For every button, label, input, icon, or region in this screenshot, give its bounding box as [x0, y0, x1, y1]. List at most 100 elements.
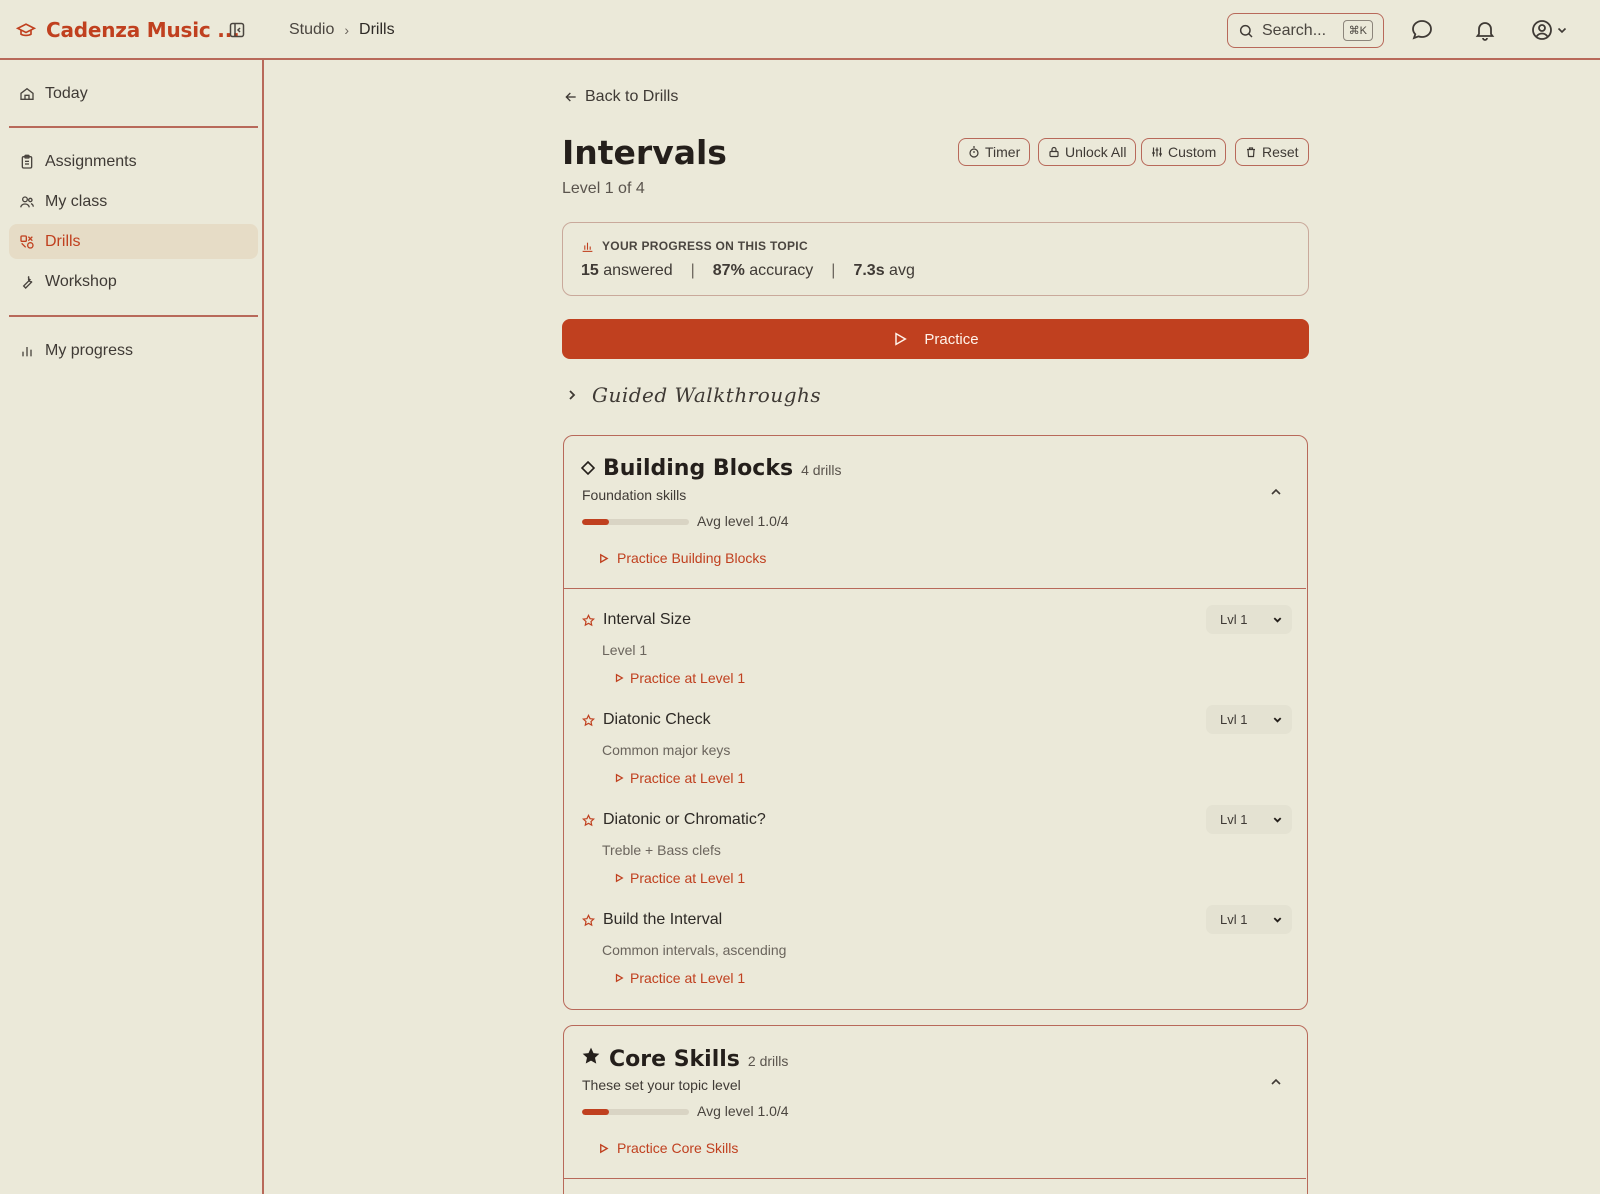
- star-outline-icon[interactable]: [582, 813, 595, 827]
- level-select[interactable]: Lvl 1: [1206, 705, 1292, 734]
- timer-button[interactable]: Timer: [958, 138, 1031, 166]
- practice-button[interactable]: Practice: [562, 319, 1309, 359]
- drill-name: Interval Size: [582, 611, 691, 629]
- back-to-drills-link[interactable]: Back to Drills: [563, 88, 678, 106]
- drill-item: Diatonic Check Common major keys Practic…: [582, 705, 1292, 807]
- arrow-left-icon: [565, 92, 576, 102]
- sidebar-item-label: My class: [45, 192, 108, 210]
- sidebar-item-label: Drills: [45, 232, 81, 250]
- sidebar-toggle-icon[interactable]: [229, 22, 245, 38]
- section-title: Building Blocks 4 drills: [581, 456, 842, 481]
- play-icon: [615, 773, 624, 783]
- page-subtitle: Level 1 of 4: [562, 180, 645, 197]
- drill-desc: Common intervals, ascending: [602, 942, 787, 958]
- star-outline-icon[interactable]: [582, 613, 595, 627]
- sidebar-item-my-progress[interactable]: My progress: [9, 333, 258, 368]
- drill-desc: Common major keys: [602, 742, 731, 758]
- level-select[interactable]: Lvl 1: [1206, 905, 1292, 934]
- play-icon: [615, 873, 624, 883]
- section-count: 2 drills: [747, 1053, 789, 1069]
- bell-icon[interactable]: [1473, 18, 1497, 42]
- reset-label: Reset: [1262, 144, 1299, 160]
- drills-icon: [20, 234, 34, 249]
- avg-level-bar: [582, 1109, 689, 1115]
- reset-button[interactable]: Reset: [1235, 138, 1309, 166]
- play-icon: [615, 673, 624, 683]
- sidebar: Today Assignments My class Drills Worksh…: [0, 60, 264, 1194]
- practice-at-level-label: Practice at Level 1: [630, 970, 746, 986]
- brand-name: Cadenza Music ...: [46, 18, 240, 42]
- avg-time-stat: 7.3s avg: [853, 262, 915, 279]
- level-select-value: Lvl 1: [1220, 612, 1248, 627]
- custom-label: Custom: [1168, 144, 1217, 160]
- accuracy-stat: 87% accuracy: [712, 262, 814, 279]
- star-outline-icon[interactable]: [582, 713, 595, 727]
- drill-name: Build the Interval: [582, 911, 722, 929]
- home-icon: [20, 87, 34, 100]
- sidebar-item-workshop[interactable]: Workshop: [9, 264, 258, 299]
- practice-at-level-link[interactable]: Practice at Level 1: [614, 970, 745, 986]
- play-icon: [895, 332, 908, 346]
- star-filled-icon: [582, 1047, 600, 1064]
- level-select[interactable]: Lvl 1: [1206, 605, 1292, 634]
- sidebar-item-drills[interactable]: Drills: [9, 224, 258, 259]
- unlock-all-button[interactable]: Unlock All: [1038, 138, 1137, 166]
- chevron-down-icon[interactable]: [1556, 24, 1568, 36]
- page-title: Intervals: [562, 133, 727, 172]
- progress-card: YOUR PROGRESS ON THIS TOPIC 15 answered …: [562, 222, 1309, 296]
- section-divider: [564, 588, 1306, 589]
- wrench-icon: [22, 275, 33, 289]
- drill-name: Diatonic or Chromatic?: [582, 811, 766, 829]
- custom-button[interactable]: Custom: [1141, 138, 1227, 166]
- play-icon: [600, 1143, 609, 1153]
- level-select-value: Lvl 1: [1220, 712, 1248, 727]
- practice-section-label: Practice Core Skills: [617, 1140, 739, 1156]
- sidebar-item-my-class[interactable]: My class: [9, 184, 258, 219]
- chat-icon[interactable]: [1410, 18, 1434, 42]
- sidebar-item-assignments[interactable]: Assignments: [9, 144, 258, 179]
- star-outline-icon[interactable]: [582, 913, 595, 927]
- sidebar-item-today[interactable]: Today: [9, 76, 258, 111]
- practice-at-level-link[interactable]: Practice at Level 1: [614, 770, 745, 786]
- drill-title: Diatonic or Chromatic?: [603, 811, 766, 828]
- guided-walkthroughs-toggle[interactable]: Guided Walkthroughs: [566, 383, 821, 407]
- practice-section-button[interactable]: Practice Building Blocks: [598, 550, 766, 566]
- sliders-icon: [1152, 147, 1162, 157]
- top-bar: Cadenza Music ... Studio › Drills Search…: [0, 0, 1600, 60]
- section-divider: [564, 1178, 1306, 1179]
- sidebar-divider: [9, 315, 258, 317]
- account-icon[interactable]: [1530, 18, 1554, 42]
- level-select-value: Lvl 1: [1220, 912, 1248, 927]
- clipboard-icon: [21, 154, 33, 169]
- breadcrumb-drills: Drills: [359, 21, 395, 38]
- avg-level-label: Avg level 1.0/4: [697, 1103, 789, 1119]
- practice-at-level-link[interactable]: Practice at Level 1: [614, 670, 745, 686]
- drill-title: Build the Interval: [603, 911, 723, 928]
- search-input[interactable]: Search... ⌘K: [1227, 13, 1384, 48]
- practice-section-button[interactable]: Practice Core Skills: [598, 1140, 738, 1156]
- drill-title: Interval Size: [603, 611, 692, 628]
- practice-at-level-label: Practice at Level 1: [630, 770, 746, 786]
- lock-icon: [1049, 146, 1059, 158]
- section-subtitle: Foundation skills: [582, 487, 687, 503]
- stat-divider: |: [831, 262, 836, 279]
- chevron-right-icon: ›: [344, 22, 350, 38]
- sidebar-divider: [9, 126, 258, 128]
- practice-label: Practice: [924, 330, 979, 348]
- brand[interactable]: Cadenza Music ...: [16, 0, 240, 60]
- timer-label: Timer: [985, 144, 1021, 160]
- breadcrumb-studio[interactable]: Studio: [289, 21, 334, 39]
- chevron-up-icon[interactable]: [1269, 1075, 1283, 1089]
- search-placeholder: Search...: [1262, 21, 1327, 39]
- sidebar-item-label: Assignments: [45, 152, 137, 170]
- progress-stats: 15 answered | 87% accuracy | 7.3s avg: [581, 262, 915, 280]
- sidebar-item-label: Workshop: [45, 272, 117, 290]
- chevron-up-icon[interactable]: [1269, 485, 1283, 499]
- drill-title: Diatonic Check: [603, 711, 711, 728]
- play-icon: [600, 553, 609, 563]
- practice-at-level-link[interactable]: Practice at Level 1: [614, 870, 745, 886]
- stopwatch-icon: [969, 146, 979, 158]
- section-core-skills: Core Skills 2 drills These set your topi…: [563, 1025, 1308, 1194]
- level-select[interactable]: Lvl 1: [1206, 805, 1292, 834]
- chevron-down-icon: [1273, 917, 1282, 923]
